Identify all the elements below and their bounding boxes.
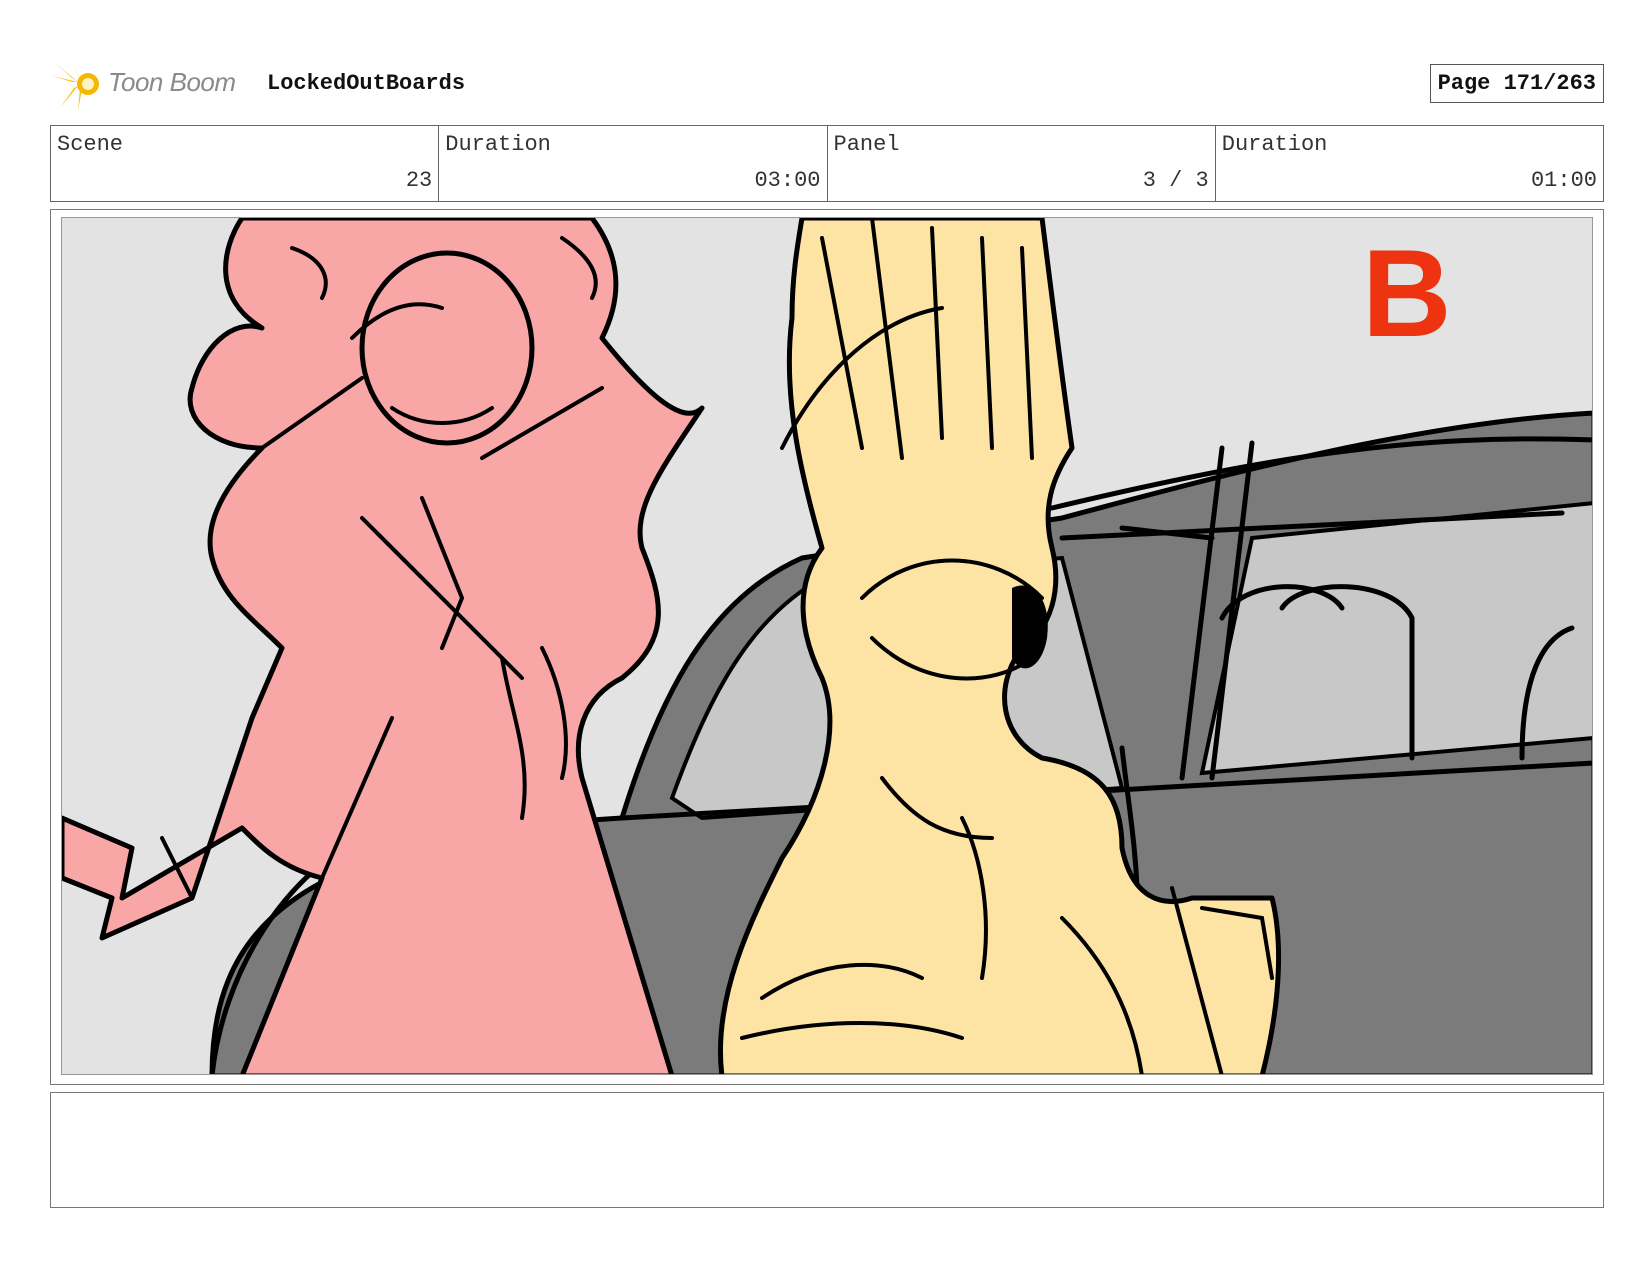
- storyboard-sketch: B: [62, 218, 1592, 1074]
- scene-label: Scene: [57, 132, 124, 157]
- panel-drawing-area: B: [61, 217, 1593, 1075]
- panel-duration-label: Duration: [1221, 132, 1328, 157]
- scene-cell: Scene 23: [51, 126, 440, 201]
- car-window-rear: [1199, 501, 1592, 776]
- panel-info-table: Scene 23 Duration 03:00 Panel 3 / 3 Dura…: [50, 125, 1604, 202]
- logo-text: Toon Boom: [108, 67, 236, 97]
- toon-boom-logo: Toon Boom: [52, 58, 250, 110]
- project-name: LockedOutBoards: [267, 71, 466, 96]
- scene-duration-value: 03:00: [754, 168, 821, 193]
- storyboard-header: Toon Boom LockedOutBoards Page 171/263: [52, 58, 1604, 110]
- panel-cell: Panel 3 / 3: [828, 126, 1216, 201]
- scene-duration-cell: Duration 03:00: [439, 126, 828, 201]
- scene-value: 23: [405, 168, 433, 193]
- marker-letter: B: [1362, 225, 1452, 363]
- panel-duration-value: 01:00: [1530, 168, 1597, 193]
- panel-frame: B: [50, 209, 1604, 1085]
- pink-character: [62, 218, 705, 1074]
- scene-duration-label: Duration: [445, 132, 551, 157]
- page-counter: Page 171/263: [1429, 64, 1604, 103]
- panel-notes-area[interactable]: [50, 1092, 1604, 1208]
- panel-duration-cell: Duration 01:00: [1216, 126, 1603, 201]
- panel-value: 3 / 3: [1142, 168, 1209, 193]
- panel-label: Panel: [833, 132, 900, 157]
- starburst-icon: [52, 58, 99, 110]
